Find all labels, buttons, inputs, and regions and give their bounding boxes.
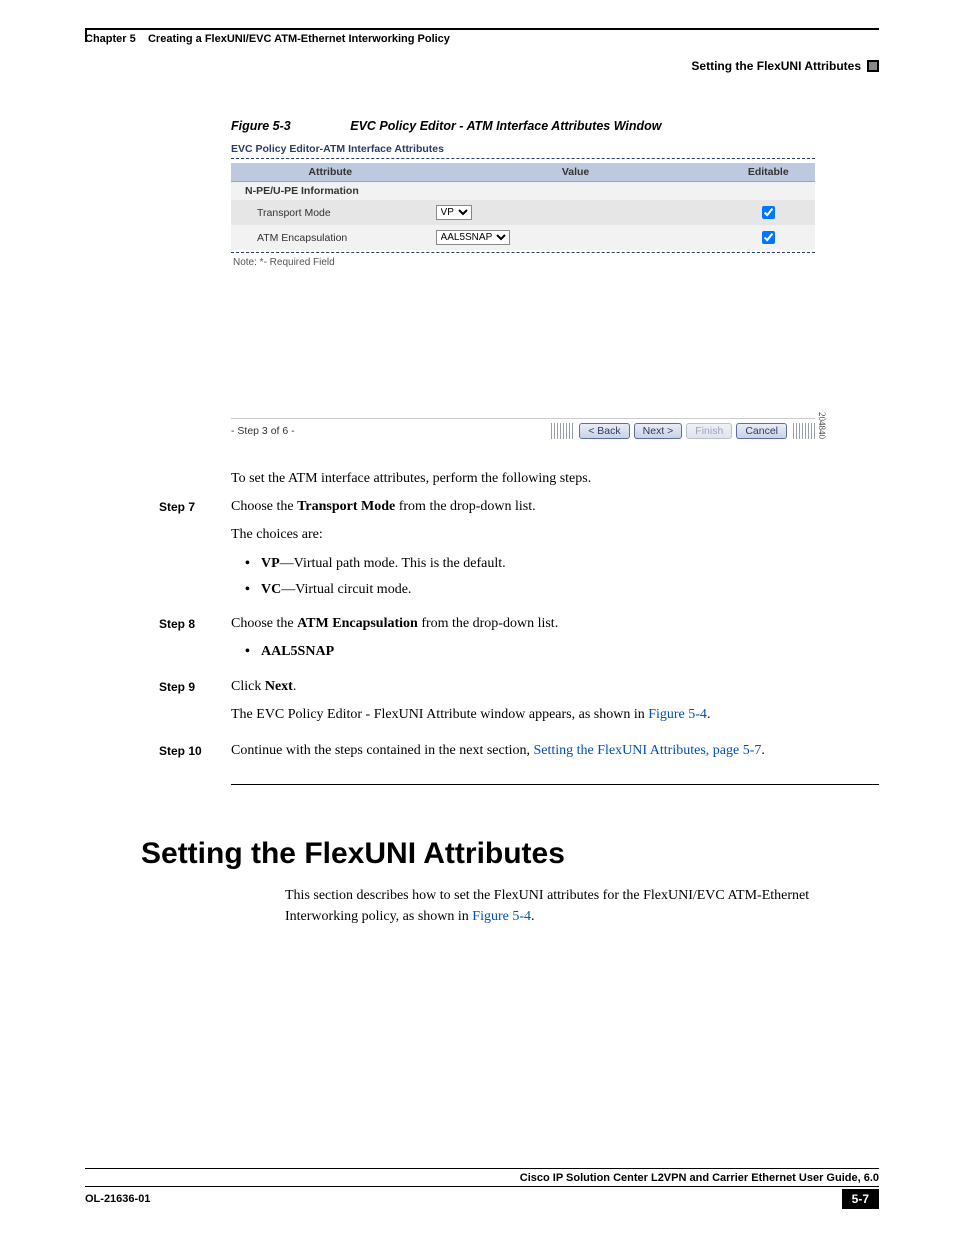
bullet-vc: VC—Virtual circuit mode. [245, 580, 879, 600]
step7-label: Step 7 [159, 497, 231, 516]
next-button[interactable]: Next > [634, 423, 683, 439]
section-intro: This section describes how to set the Fl… [285, 885, 879, 927]
section-end-rule [231, 784, 879, 785]
atm-encapsulation-select[interactable]: AAL5SNAP [436, 230, 510, 245]
chapter-title: Creating a FlexUNI/EVC ATM-Ethernet Inte… [148, 33, 450, 45]
transport-mode-select[interactable]: VP [436, 205, 472, 220]
step7-choices-lead: The choices are: [231, 525, 879, 545]
step8-line1: Choose the ATM Encapsulation from the dr… [231, 614, 879, 634]
page-footer: Cisco IP Solution Center L2VPN and Carri… [85, 1168, 879, 1209]
setting-flexuni-link[interactable]: Setting the FlexUNI Attributes, page 5-7 [534, 743, 762, 758]
editable-checkbox-transport[interactable] [762, 206, 775, 219]
figure-5-4-link-2[interactable]: Figure 5-4 [472, 909, 531, 924]
evc-policy-editor-panel: EVC Policy Editor-ATM Interface Attribut… [231, 143, 815, 439]
bullet-vp: VP—Virtual path mode. This is the defaul… [245, 554, 879, 574]
step9-line2: The EVC Policy Editor - FlexUNI Attribut… [231, 705, 879, 725]
col-value: Value [430, 163, 722, 182]
header-marker-icon [867, 60, 879, 72]
header-section: Setting the FlexUNI Attributes [691, 59, 861, 73]
doc-id: OL-21636-01 [85, 1193, 150, 1205]
bullet-aal5snap: AAL5SNAP [245, 642, 879, 662]
table-row: ATM Encapsulation AAL5SNAP [231, 225, 815, 250]
step8-label: Step 8 [159, 614, 231, 633]
page-number: 5-7 [842, 1189, 879, 1209]
figure-image-id: 204840 [817, 412, 827, 439]
step-indicator: - Step 3 of 6 - [231, 425, 295, 437]
finish-button: Finish [686, 423, 732, 439]
col-attribute: Attribute [231, 163, 430, 182]
intro-text: To set the ATM interface attributes, per… [231, 471, 879, 487]
table-row: Transport Mode VP [231, 200, 815, 225]
guide-title: Cisco IP Solution Center L2VPN and Carri… [85, 1168, 879, 1184]
attr-transport-mode: Transport Mode [231, 200, 430, 225]
stripes-decor-left [551, 423, 575, 439]
attr-atm-encapsulation: ATM Encapsulation [231, 225, 430, 250]
figure-caption: Figure 5-3 EVC Policy Editor - ATM Inter… [231, 119, 879, 133]
cancel-button[interactable]: Cancel [736, 423, 787, 439]
step10-line1: Continue with the steps contained in the… [231, 741, 879, 761]
step10-label: Step 10 [159, 741, 231, 760]
step7-line1: Choose the Transport Mode from the drop-… [231, 497, 879, 517]
figure-5-4-link[interactable]: Figure 5-4 [648, 707, 707, 722]
attributes-table: Attribute Value Editable N-PE/U-PE Infor… [231, 163, 815, 250]
table-subheader: N-PE/U-PE Information [231, 182, 815, 201]
header-left: Chapter 5 Creating a FlexUNI/EVC ATM-Eth… [85, 33, 450, 45]
panel-title: EVC Policy Editor-ATM Interface Attribut… [231, 143, 815, 159]
step9-label: Step 9 [159, 677, 231, 696]
step9-line1: Click Next. [231, 677, 879, 697]
col-editable: Editable [722, 163, 815, 182]
chapter-label: Chapter 5 [85, 33, 136, 45]
figure-title: EVC Policy Editor - ATM Interface Attrib… [350, 119, 661, 133]
figure-number: Figure 5-3 [231, 119, 291, 133]
stripes-decor-right [791, 423, 815, 439]
section-heading: Setting the FlexUNI Attributes [141, 837, 879, 871]
required-field-note: Note: *- Required Field [231, 252, 815, 268]
editable-checkbox-encap[interactable] [762, 231, 775, 244]
back-button[interactable]: < Back [579, 423, 629, 439]
